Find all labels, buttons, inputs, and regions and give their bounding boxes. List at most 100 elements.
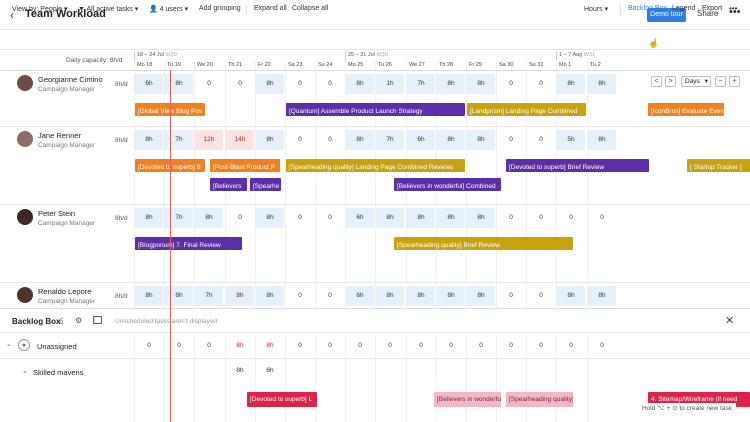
day-gridline <box>466 333 467 422</box>
zoom-in-button[interactable]: + <box>729 76 740 87</box>
today-marker <box>170 70 171 422</box>
hours-value: 8h <box>266 214 274 221</box>
prev-period-button[interactable]: < <box>651 76 662 87</box>
backlog-task-bar[interactable]: [Devoted to superb] L <box>247 392 317 407</box>
unassigned-label: Unassigned <box>37 342 77 351</box>
header-divider <box>0 70 750 71</box>
week-number: W29 <box>165 52 177 58</box>
day-gridline <box>526 333 527 422</box>
backlog-box-button[interactable]: Backlog Box <box>628 5 667 12</box>
hours-value: 0 <box>298 292 302 299</box>
person-role: Campaign Manager <box>38 142 96 149</box>
avatar <box>17 209 33 225</box>
close-icon[interactable]: ✕ <box>725 314 734 327</box>
expand-all-button[interactable]: Expand all <box>254 5 287 12</box>
person-name[interactable]: Peter Stein <box>38 209 75 218</box>
hours-value: 0 <box>388 342 392 349</box>
hours-value: 8h <box>447 80 455 87</box>
person-capacity: 8h/d <box>115 215 128 222</box>
export-button[interactable]: Export <box>702 5 722 12</box>
hours-value: 0 <box>539 136 543 143</box>
day-gridline <box>556 333 557 422</box>
hours-value: 8h <box>386 214 394 221</box>
person-role: Campaign Manager <box>38 298 96 305</box>
day-gridline <box>134 333 135 422</box>
hours-value: 8h <box>145 292 153 299</box>
hours-value: 6h <box>356 292 364 299</box>
hours-value: 8h <box>417 292 425 299</box>
day-label: Tu 19 <box>167 62 181 68</box>
hours-value: 0 <box>328 136 332 143</box>
collapse-all-button[interactable]: Collapse all <box>292 5 328 12</box>
hours-value: 6h <box>356 214 364 221</box>
backlog-count: 6 <box>59 317 64 326</box>
hours-value: 0 <box>509 342 513 349</box>
day-label: Fr 29 <box>469 62 482 68</box>
hours-value: 5h <box>567 136 575 143</box>
person-name[interactable]: Renaldo Lepore <box>38 287 91 296</box>
week-range: 1 – 7 Aug <box>559 52 583 58</box>
zoom-out-button[interactable]: − <box>715 76 726 87</box>
task-bar[interactable]: [Spearheading quality] Landing Page Comb… <box>286 159 465 172</box>
hours-dropdown[interactable]: Hours ▾ <box>584 5 608 13</box>
hours-value: 0 <box>539 342 543 349</box>
person-capacity: 8h/d <box>115 137 128 144</box>
task-bar[interactable]: [Spearheading quality] Brief Review <box>394 237 573 250</box>
hours-value: 0 <box>298 136 302 143</box>
view-by-dropdown[interactable]: View by: People ▾ <box>12 5 68 13</box>
hours-value: 14h <box>234 136 246 143</box>
hours-value: 8h <box>145 136 153 143</box>
person-role: Campaign Manager <box>38 86 96 93</box>
hours-value: 8h <box>236 342 244 349</box>
week-range: 25 – 31 Jul <box>348 52 375 58</box>
panel-toggle-icon[interactable] <box>93 316 102 324</box>
task-bar[interactable]: [Believers <box>210 178 247 191</box>
hours-value: 0 <box>328 342 332 349</box>
hours-value: 7h <box>205 292 213 299</box>
hours-value: 0 <box>238 80 242 87</box>
task-bar[interactable]: [IconBros] Evaluate Event Suc <box>648 103 724 116</box>
chevron-down-icon[interactable]: ⌄ <box>6 340 12 348</box>
hours-value: 0 <box>600 214 604 221</box>
add-grouping-button[interactable]: Add grouping <box>199 5 241 12</box>
week-label: 1 – 7 Aug W31 <box>559 52 595 58</box>
hours-value: 8h <box>447 292 455 299</box>
day-label: Th 21 <box>228 62 243 68</box>
task-bar[interactable]: [Post-Blast Product P <box>210 159 280 172</box>
hours-value: 8h <box>236 292 244 299</box>
users-dropdown[interactable]: 👤 4 users ▾ <box>149 5 188 13</box>
backlog-message: Unscheduled tasks aren't displayed <box>115 318 218 325</box>
task-bar[interactable]: [Quantum] Assemble Product Launch Strate… <box>286 103 465 116</box>
day-gridline <box>315 333 316 422</box>
hours-value: 0 <box>328 80 332 87</box>
hours-value: 0 <box>539 214 543 221</box>
task-bar[interactable]: [Believers in wonderful] Combined <box>394 178 501 191</box>
hours-value: 8h <box>145 214 153 221</box>
person-name[interactable]: Georgianne Cimino <box>38 75 103 84</box>
day-label: We 20 <box>197 62 213 68</box>
toolbar-more-icon[interactable]: ••• <box>729 4 737 13</box>
hours-value: 0 <box>177 342 181 349</box>
task-bar[interactable]: [Devoted to superb] Brief Review <box>506 159 649 172</box>
gear-icon[interactable]: ⚙ <box>75 316 82 325</box>
task-bar[interactable]: [Landprism] Landing Page Combined <box>467 103 586 116</box>
hours-value: 8h <box>567 80 575 87</box>
zoom-label: Days <box>685 78 700 85</box>
zoom-dropdown[interactable]: Days ▾ <box>681 76 711 87</box>
backlog-task-bar[interactable]: [Spearheading quality] <box>506 392 573 407</box>
backlog-task-bar[interactable]: [Believers in wonderful <box>434 392 501 407</box>
task-bar[interactable]: [Spearhe <box>250 178 281 191</box>
filter-dropdown[interactable]: ▼ All active tasks ▾ <box>78 5 138 13</box>
task-bar[interactable]: [Blogporium] 7. Final Review <box>135 237 242 250</box>
hours-value: 0 <box>569 342 573 349</box>
legend-button[interactable]: Legend <box>672 5 695 12</box>
next-period-button[interactable]: > <box>665 76 676 87</box>
person-name[interactable]: Jane Renner <box>38 131 81 140</box>
day-gridline <box>164 61 165 308</box>
day-gridline <box>255 333 256 422</box>
day-label: Th 28 <box>439 62 454 68</box>
week-number: W30 <box>376 52 388 58</box>
users-label: 4 users <box>159 6 183 13</box>
chevron-down-icon[interactable]: ⌄ <box>22 367 28 375</box>
task-bar[interactable]: [ Startup Tracker ] <box>687 159 750 172</box>
